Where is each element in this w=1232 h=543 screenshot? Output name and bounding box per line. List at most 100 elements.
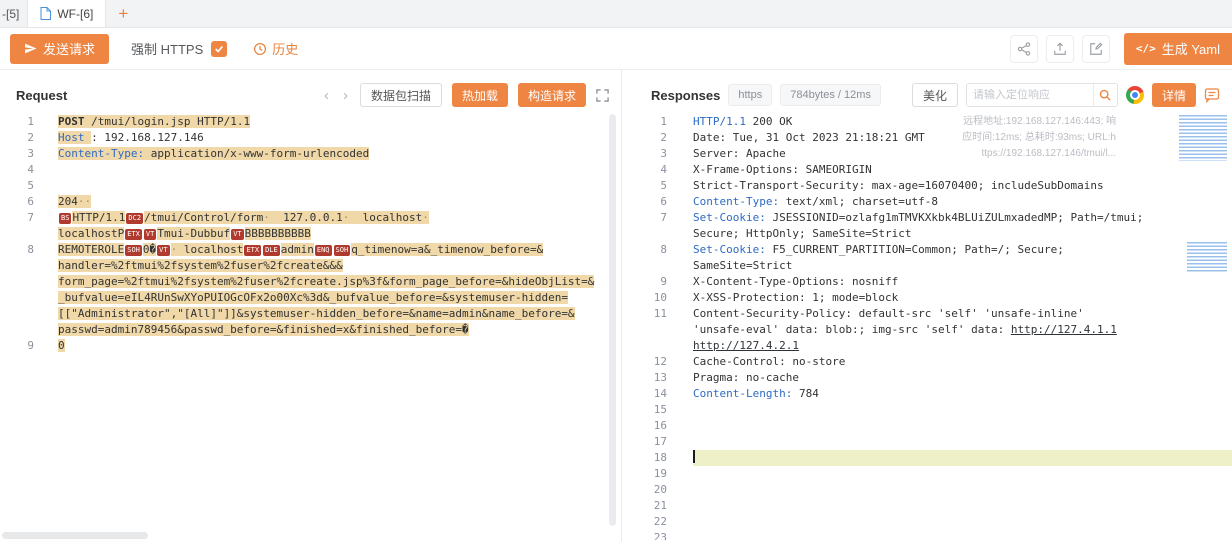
details-button[interactable]: 详情 bbox=[1152, 83, 1196, 107]
editor-row[interactable]: Secure; HttpOnly; SameSite=Strict bbox=[639, 226, 1232, 242]
chevron-right-button[interactable]: › bbox=[341, 88, 350, 103]
editor-row[interactable]: passwd=admin789456&passwd_before=&finish… bbox=[0, 322, 621, 338]
editor-row[interactable]: http://127.4.2.1 bbox=[639, 338, 1232, 354]
editor-row[interactable]: 20 bbox=[639, 482, 1232, 498]
request-editor[interactable]: 1 POST /tmui/login.jsp HTTP/1.1 2Host : 19… bbox=[0, 110, 621, 540]
search-box bbox=[966, 83, 1118, 107]
editor-row[interactable]: 12Cache-Control: no-store bbox=[639, 354, 1232, 370]
editor-row[interactable]: 22 bbox=[639, 514, 1232, 530]
build-request-button[interactable]: 构造请求 bbox=[518, 83, 586, 107]
panel-resize-gutter[interactable] bbox=[622, 70, 639, 542]
line-number: 4 bbox=[639, 162, 667, 178]
editor-row[interactable]: form_page=%2ftmui%2fsystem%2fuser%2fcrea… bbox=[0, 274, 621, 290]
generate-yaml-button[interactable]: </> 生成 Yaml bbox=[1124, 33, 1232, 65]
line-number: 1 bbox=[0, 114, 34, 130]
code-segment: /tmui/Control/form bbox=[144, 211, 263, 224]
editor-row[interactable]: 3Server: Apachettps://192.168.127.146/tm… bbox=[639, 146, 1232, 162]
editor-row[interactable]: 'unsafe-eval' data: blob:; img-src 'self… bbox=[639, 322, 1232, 338]
horizontal-scrollbar[interactable] bbox=[2, 532, 148, 539]
chevron-left-button[interactable]: ‹ bbox=[322, 88, 331, 103]
editor-row[interactable]: 6204·· bbox=[0, 194, 621, 210]
fullscreen-icon[interactable] bbox=[596, 89, 609, 102]
line-number: 6 bbox=[639, 194, 667, 210]
editor-row[interactable]: 4 bbox=[0, 162, 621, 178]
send-request-button[interactable]: 发送请求 bbox=[10, 34, 109, 64]
editor-row[interactable]: _bufvalue=eIL4RUnSwXYoPUIOGcOFx2o00Xc%3d… bbox=[0, 290, 621, 306]
hot-reload-button[interactable]: 热加载 bbox=[452, 83, 508, 107]
editor-row[interactable]: 3Content-Type: application/x-www-form-ur… bbox=[0, 146, 621, 162]
editor-row[interactable]: 16 bbox=[639, 418, 1232, 434]
editor-row[interactable]: SameSite=Strict bbox=[639, 258, 1232, 274]
share-icon bbox=[1017, 42, 1031, 56]
control-char-bs: BS bbox=[59, 213, 71, 224]
editor-row[interactable]: 11Content-Security-Policy: default-src '… bbox=[639, 306, 1232, 322]
editor-row[interactable]: 9X-Content-Type-Options: nosniff bbox=[639, 274, 1232, 290]
code-segment: application/x-www-form-urlencoded bbox=[144, 147, 369, 160]
code-segment: X-XSS-Protection: 1; mode=block bbox=[693, 291, 898, 304]
editor-row[interactable]: 2Date: Tue, 31 Oct 2023 21:18:21 GMT应时间:… bbox=[639, 130, 1232, 146]
add-tab-button[interactable]: + bbox=[106, 0, 140, 27]
line-number: 2 bbox=[0, 130, 34, 146]
code-segment: F5_CURRENT_PARTITION=Common; Path=/; Sec… bbox=[766, 243, 1064, 256]
editor-row[interactable]: 4X-Frame-Options: SAMEORIGIN bbox=[639, 162, 1232, 178]
open-in-chrome-button[interactable] bbox=[1126, 86, 1144, 104]
force-https-checkbox[interactable] bbox=[211, 41, 227, 57]
beautify-button[interactable]: 美化 bbox=[912, 83, 958, 107]
minimap[interactable] bbox=[1174, 110, 1232, 540]
response-note-icon[interactable] bbox=[1204, 87, 1220, 103]
editor-row[interactable]: 2Host : 192.168.127.146 bbox=[0, 130, 621, 146]
export-button[interactable] bbox=[1046, 35, 1074, 63]
editor-row[interactable]: 14Content-Length: 784 bbox=[639, 386, 1232, 402]
editor-row[interactable]: 5 bbox=[0, 178, 621, 194]
code-segment: Date: Tue, 31 Oct 2023 21:18:21 GMT bbox=[693, 131, 925, 144]
tab-previous[interactable]: -[5] bbox=[0, 0, 28, 27]
control-char-etx: ETX bbox=[244, 245, 261, 256]
line-content: Content-Type: application/x-www-form-url… bbox=[58, 146, 369, 162]
editor-row[interactable]: 7Set-Cookie: JSESSIONID=ozlafg1mTMVKXkbk… bbox=[639, 210, 1232, 226]
packet-scan-button[interactable]: 数据包扫描 bbox=[360, 83, 442, 107]
line-content: passwd=admin789456&passwd_before=&finish… bbox=[58, 322, 469, 338]
line-content: X-Content-Type-Options: nosniff bbox=[693, 274, 898, 290]
line-content: form_page=%2ftmui%2fsystem%2fuser%2fcrea… bbox=[58, 274, 594, 290]
text-cursor bbox=[693, 450, 695, 463]
code-segment: /tmui/login.jsp HTTP/1.1 bbox=[85, 115, 251, 128]
code-segment: 127.0.0.1 bbox=[283, 211, 343, 224]
send-icon bbox=[24, 42, 37, 55]
tab-active[interactable]: WF-[6] bbox=[28, 0, 106, 27]
line-number: 14 bbox=[639, 386, 667, 402]
search-button[interactable] bbox=[1093, 84, 1117, 106]
editor-row[interactable]: 8REMOTEROLESOH0�VT· localhostETXDLEadmin… bbox=[0, 242, 621, 258]
request-panel: Request ‹ › 数据包扫描 热加载 构造请求 1POST /tmui/l… bbox=[0, 70, 622, 542]
line-content: BSHTTP/1.1DC2/tmui/Control/form· 127.0.0… bbox=[58, 210, 429, 226]
main-split: Request ‹ › 数据包扫描 热加载 构造请求 1POST /tmui/l… bbox=[0, 70, 1232, 542]
editor-row[interactable]: 5Strict-Transport-Security: max-age=1607… bbox=[639, 178, 1232, 194]
editor-row[interactable]: 10 X-XSS-Protection: 1; mode=block bbox=[639, 290, 1232, 306]
editor-row[interactable]: 1 POST /tmui/login.jsp HTTP/1.1 bbox=[0, 114, 621, 130]
editor-row[interactable]: 6Content-Type: text/xml; charset=utf-8 bbox=[639, 194, 1232, 210]
editor-row[interactable]: [["Administrator","[All]"]]&systemuser-h… bbox=[0, 306, 621, 322]
history-button[interactable]: 历史 bbox=[253, 39, 298, 58]
editor-row[interactable]: 90 bbox=[0, 338, 621, 354]
editor-row[interactable]: 7BSHTTP/1.1DC2/tmui/Control/form· 127.0.… bbox=[0, 210, 621, 226]
line-number: 10 bbox=[639, 290, 667, 306]
editor-row[interactable]: 18 bbox=[639, 450, 1232, 466]
line-number: 7 bbox=[639, 210, 667, 226]
search-input[interactable] bbox=[967, 89, 1093, 101]
share-button[interactable] bbox=[1010, 35, 1038, 63]
editor-row[interactable]: 1HTTP/1.1 200 OK远程地址:192.168.127.146:443… bbox=[639, 114, 1232, 130]
response-editor[interactable]: 1HTTP/1.1 200 OK远程地址:192.168.127.146:443… bbox=[639, 110, 1232, 540]
editor-row[interactable]: handler=%2ftmui%2fsystem%2fuser%2fcreate… bbox=[0, 258, 621, 274]
line-content: http://127.4.2.1 bbox=[693, 338, 799, 354]
editor-row[interactable]: 23 bbox=[639, 530, 1232, 540]
editor-row[interactable]: localhostPETXVTTmui-DubbufVTBBBBBBBBBB bbox=[0, 226, 621, 242]
code-segment: POST bbox=[58, 115, 85, 128]
editor-row[interactable]: 15 bbox=[639, 402, 1232, 418]
editor-row[interactable]: 17 bbox=[639, 434, 1232, 450]
editor-row[interactable]: 21 bbox=[639, 498, 1232, 514]
editor-row[interactable]: 13Pragma: no-cache bbox=[639, 370, 1232, 386]
edit-button[interactable] bbox=[1082, 35, 1110, 63]
editor-row[interactable]: 19 bbox=[639, 466, 1232, 482]
editor-row[interactable]: 8Set-Cookie: F5_CURRENT_PARTITION=Common… bbox=[639, 242, 1232, 258]
code-segment: Strict-Transport-Security: max-age=16070… bbox=[693, 179, 1104, 192]
vertical-scrollbar[interactable] bbox=[609, 114, 616, 526]
